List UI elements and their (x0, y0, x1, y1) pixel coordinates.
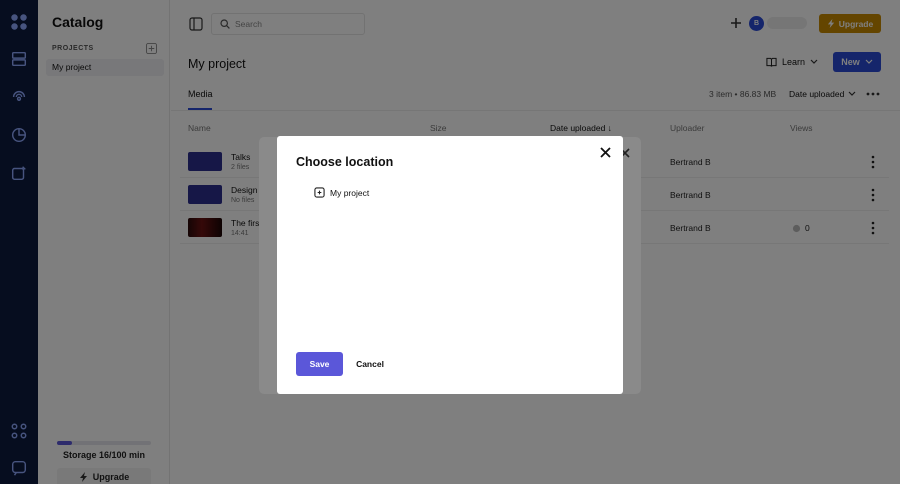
project-icon (314, 187, 325, 198)
save-button[interactable]: Save (296, 352, 343, 376)
location-label: My project (330, 187, 370, 198)
close-icon[interactable] (600, 147, 611, 158)
choose-location-dialog: Choose location My project Save Cancel (277, 136, 623, 394)
location-item-my-project[interactable]: My project (314, 187, 369, 198)
dialog-title: Choose location (296, 155, 394, 169)
cancel-button[interactable]: Cancel (352, 352, 388, 376)
